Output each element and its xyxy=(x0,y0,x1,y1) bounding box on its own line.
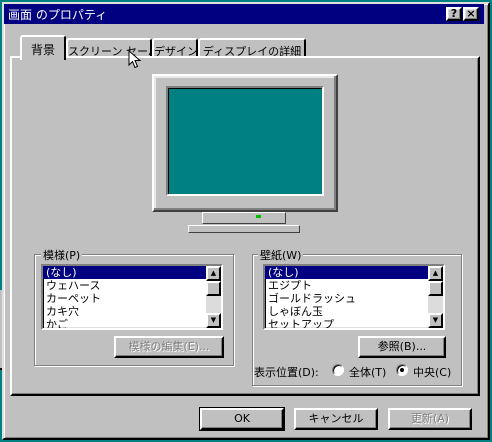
list-item[interactable]: (なし) xyxy=(265,266,443,279)
scroll-thumb[interactable] xyxy=(206,281,221,296)
ok-button[interactable]: OK xyxy=(199,407,285,431)
help-button[interactable]: ? xyxy=(446,7,462,21)
help-icon: ? xyxy=(450,7,458,20)
monitor-stand xyxy=(202,212,286,224)
pattern-scrollbar[interactable]: ▲ ▼ xyxy=(206,266,221,328)
monitor-preview xyxy=(152,74,338,212)
scroll-thumb[interactable] xyxy=(428,281,443,296)
radio-tile-label[interactable]: 全体(T) xyxy=(349,364,386,380)
close-button[interactable]: × xyxy=(463,7,479,21)
list-item[interactable]: エジプト xyxy=(265,279,443,292)
power-led-icon xyxy=(256,215,261,218)
scroll-down-icon[interactable]: ▼ xyxy=(206,313,221,328)
list-item[interactable]: かご xyxy=(43,318,221,328)
list-item[interactable]: ゴールドラッシュ xyxy=(265,292,443,305)
pattern-group-label: 模様(P) xyxy=(41,247,83,263)
radio-center-label[interactable]: 中央(C) xyxy=(413,364,451,380)
scroll-up-icon[interactable]: ▲ xyxy=(428,266,443,281)
scroll-up-icon[interactable]: ▲ xyxy=(206,266,221,281)
wallpaper-group-label: 壁紙(W) xyxy=(258,247,304,263)
radio-center[interactable] xyxy=(396,364,408,376)
list-item[interactable]: カキ穴 xyxy=(43,305,221,318)
list-item[interactable]: カーペット xyxy=(43,292,221,305)
cancel-button[interactable]: キャンセル xyxy=(294,408,378,430)
pattern-listbox[interactable]: (なし) ウェハース カーペット カキ穴 かご xyxy=(41,264,223,330)
list-item[interactable]: セットアップ xyxy=(265,318,443,328)
list-item[interactable]: ウェハース xyxy=(43,279,221,292)
apply-button[interactable]: 更新(A) xyxy=(388,408,472,430)
wallpaper-listbox[interactable]: (なし) エジプト ゴールドラッシュ しゃぼん玉 セットアップ xyxy=(263,264,445,330)
browse-button[interactable]: 参照(B)... xyxy=(358,336,446,358)
window-title: 画面 のプロパティ xyxy=(8,8,108,22)
radio-selected-icon xyxy=(400,368,404,372)
tab-label: 背景 xyxy=(30,43,55,57)
list-item[interactable]: しゃぼん玉 xyxy=(265,305,443,318)
tab-background[interactable]: 背景 xyxy=(20,35,66,60)
monitor-screen xyxy=(166,86,324,196)
mouse-cursor-icon xyxy=(128,50,142,69)
radio-tile[interactable] xyxy=(332,364,344,376)
scroll-down-icon[interactable]: ▼ xyxy=(428,313,443,328)
close-icon: × xyxy=(466,7,476,20)
display-position-label: 表示位置(D): xyxy=(254,366,319,379)
title-bar[interactable]: 画面 のプロパティ ? × xyxy=(4,4,484,24)
monitor-base xyxy=(188,225,300,233)
list-item[interactable]: (なし) xyxy=(43,266,221,279)
wallpaper-scrollbar[interactable]: ▲ ▼ xyxy=(428,266,443,328)
edit-pattern-button[interactable]: 模様の編集(E)... xyxy=(114,336,224,358)
